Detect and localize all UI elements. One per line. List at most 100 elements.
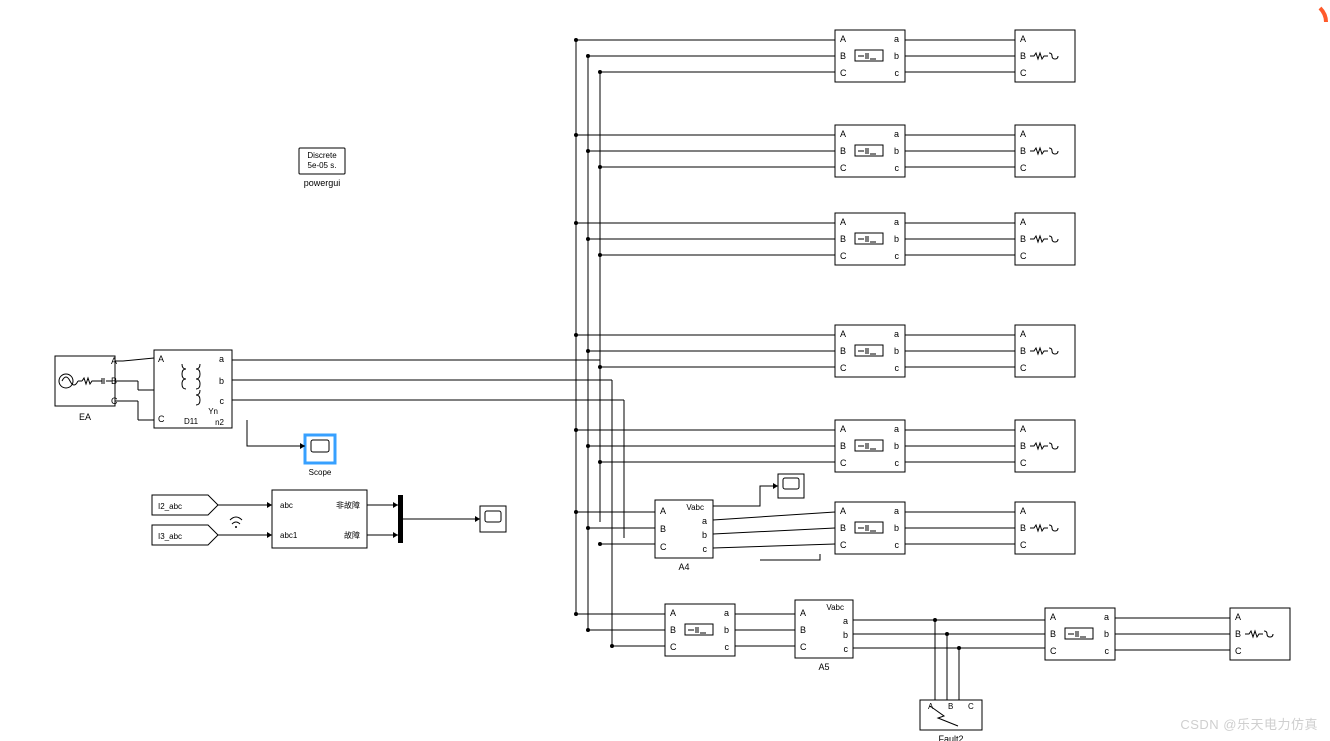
watermark: CSDN @乐天电力仿真 xyxy=(1180,714,1318,733)
fault-block[interactable]: A B C xyxy=(920,700,982,730)
scope2-block[interactable] xyxy=(480,506,506,532)
feeder-row-4: ABC abc ABC xyxy=(574,325,1075,377)
svg-text:C: C xyxy=(840,458,847,468)
svg-text:B: B xyxy=(1020,523,1026,533)
svg-text:Vabc: Vabc xyxy=(686,503,704,512)
svg-text:C: C xyxy=(840,251,847,261)
svg-text:C: C xyxy=(1235,646,1242,656)
main-bus xyxy=(232,40,624,646)
scope-block[interactable]: Scope xyxy=(305,435,335,477)
svg-text:b: b xyxy=(894,523,899,533)
svg-text:a: a xyxy=(1104,612,1109,622)
svg-text:C: C xyxy=(1020,540,1027,550)
svg-text:a: a xyxy=(894,129,899,139)
svg-text:A4: A4 xyxy=(678,562,689,572)
svg-text:b: b xyxy=(894,346,899,356)
svg-text:a: a xyxy=(702,516,707,526)
transformer-block[interactable]: A C a b c D11 Yn n2 xyxy=(154,350,232,428)
svg-text:A: A xyxy=(840,329,846,339)
feeder-row-5: ABC abc ABC xyxy=(574,420,1075,472)
from-tag-2[interactable]: I3_abc xyxy=(152,525,218,545)
svg-text:A5: A5 xyxy=(818,662,829,672)
svg-text:A: A xyxy=(1020,34,1026,44)
svg-text:Yn: Yn xyxy=(208,407,218,416)
svg-text:A: A xyxy=(670,608,676,618)
svg-text:A: A xyxy=(840,129,846,139)
source-label: EA xyxy=(79,412,91,422)
cropped-corner-icon xyxy=(1320,8,1326,22)
mux-block[interactable] xyxy=(398,495,403,543)
svg-text:b: b xyxy=(894,146,899,156)
svg-text:B: B xyxy=(840,146,846,156)
svg-text:c: c xyxy=(725,642,730,652)
svg-text:C: C xyxy=(1020,251,1027,261)
svg-text:c: c xyxy=(1105,646,1110,656)
svg-text:A: A xyxy=(1020,329,1026,339)
svg-text:C: C xyxy=(660,542,667,552)
svg-text:a: a xyxy=(219,354,224,364)
svg-text:a: a xyxy=(894,329,899,339)
svg-text:B: B xyxy=(1020,146,1026,156)
svg-text:B: B xyxy=(1020,51,1026,61)
svg-text:B: B xyxy=(670,625,676,635)
svg-text:C: C xyxy=(840,68,847,78)
svg-text:b: b xyxy=(219,376,224,386)
subsystem-block[interactable]: abc abc1 非故障 故障 xyxy=(272,490,367,548)
svg-text:C: C xyxy=(1020,68,1027,78)
svg-text:c: c xyxy=(844,644,849,654)
svg-text:A: A xyxy=(1020,129,1026,139)
svg-text:A: A xyxy=(800,608,806,618)
svg-text:c: c xyxy=(895,540,900,550)
svg-text:c: c xyxy=(895,68,900,78)
signal-router-icon xyxy=(230,517,242,528)
svg-text:c: c xyxy=(895,251,900,261)
svg-text:B: B xyxy=(1050,629,1056,639)
simulink-canvas[interactable]: Discrete 5e-05 s. powergui A B C EA A C … xyxy=(0,0,1330,741)
svg-text:a: a xyxy=(894,506,899,516)
svg-text:A: A xyxy=(1050,612,1056,622)
svg-text:B: B xyxy=(1020,441,1026,451)
source-block[interactable]: A B C EA xyxy=(55,356,123,422)
powergui-line1: Discrete xyxy=(307,151,337,160)
from-tag-1[interactable]: I2_abc xyxy=(152,495,218,515)
svg-text:a: a xyxy=(894,217,899,227)
powergui-block[interactable]: Discrete 5e-05 s. powergui xyxy=(299,148,345,188)
svg-text:A: A xyxy=(1020,424,1026,434)
svg-text:I3_abc: I3_abc xyxy=(158,532,182,541)
svg-text:Fault2: Fault2 xyxy=(938,734,963,741)
svg-text:A: A xyxy=(1020,506,1026,516)
svg-text:C: C xyxy=(1050,646,1057,656)
svg-text:B: B xyxy=(840,234,846,244)
svg-text:A: A xyxy=(840,424,846,434)
svg-text:A: A xyxy=(1235,612,1241,622)
svg-text:n2: n2 xyxy=(215,418,224,427)
svg-text:c: c xyxy=(895,458,900,468)
svg-text:a: a xyxy=(894,424,899,434)
line-block[interactable]: A B C a b c xyxy=(835,30,905,82)
meas-block-a4[interactable]: Vabc A B C a b c xyxy=(655,500,713,558)
svg-text:a: a xyxy=(894,34,899,44)
svg-text:C: C xyxy=(158,414,165,424)
meas-block-a5[interactable]: Vabc A B C a b c xyxy=(795,600,853,658)
svg-text:C: C xyxy=(840,540,847,550)
svg-text:Vabc: Vabc xyxy=(826,603,844,612)
svg-text:a: a xyxy=(724,608,729,618)
feeder-row-meas: Vabc A B C a b c A4 ABC abc ABC xyxy=(574,474,1075,572)
svg-text:b: b xyxy=(1104,629,1109,639)
svg-text:b: b xyxy=(894,441,899,451)
svg-text:B: B xyxy=(1020,234,1026,244)
feeder-row-3: ABC abc ABC xyxy=(574,213,1075,265)
svg-text:b: b xyxy=(724,625,729,635)
svg-text:b: b xyxy=(702,530,707,540)
svg-text:abc: abc xyxy=(280,501,293,510)
svg-text:c: c xyxy=(895,363,900,373)
feeder-row-1: A B C a b c A B C xyxy=(574,30,1075,82)
scope-a4[interactable] xyxy=(778,474,804,498)
svg-text:C: C xyxy=(1020,363,1027,373)
svg-text:c: c xyxy=(220,396,225,406)
svg-text:abc1: abc1 xyxy=(280,531,298,540)
powergui-line2: 5e-05 s. xyxy=(308,161,337,170)
load-block[interactable]: A B C xyxy=(1015,30,1075,82)
svg-text:C: C xyxy=(968,702,974,711)
svg-text:故障: 故障 xyxy=(344,530,360,540)
